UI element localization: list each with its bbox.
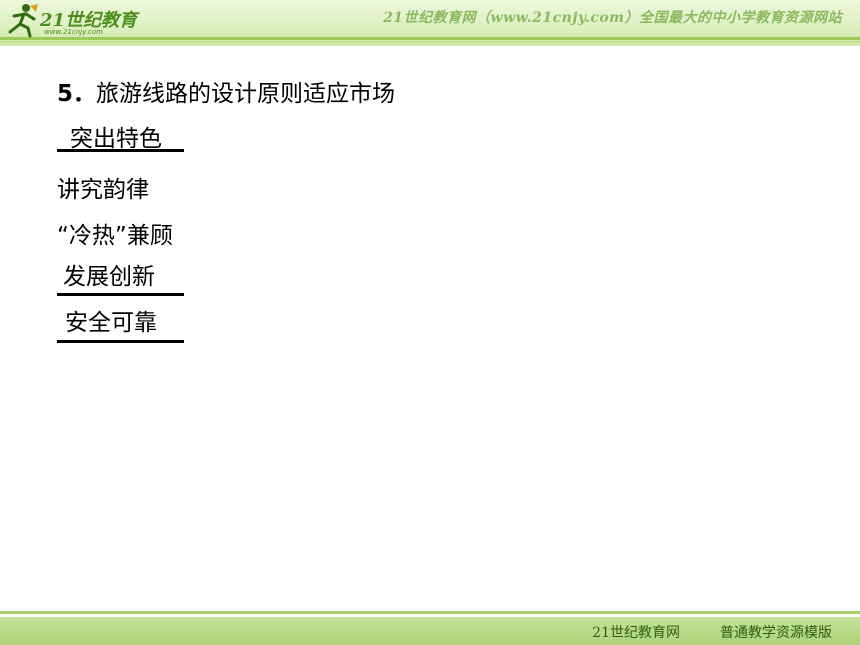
item-2: 讲究韵律 xyxy=(57,177,149,203)
footer-bar: 21世纪教育网 普通教学资源模版 xyxy=(0,617,860,645)
heading-text: 旅游线路的设计原则适应市场 xyxy=(96,81,396,107)
answer-underline-1 xyxy=(57,149,184,152)
site-logo[interactable]: 21世纪教育 www.21cnjy.com xyxy=(4,2,174,38)
header-slogan: 21世纪教育网（www.21cnjy.com）全国最大的中小学教育资源网站 xyxy=(383,10,842,26)
answer-item-1: 突出特色 xyxy=(70,126,162,152)
footer-site-name: 21世纪教育网 xyxy=(592,625,680,641)
runner-icon xyxy=(8,4,38,38)
answer-underline-4 xyxy=(57,293,184,296)
answer-underline-5 xyxy=(57,340,184,343)
answer-item-4: 发展创新 xyxy=(63,264,155,290)
footer-template-name: 普通教学资源模版 xyxy=(720,625,832,641)
footer-text: 21世纪教育网 普通教学资源模版 xyxy=(592,622,832,642)
logo-url: www.21cnjy.com xyxy=(44,28,103,36)
footer-divider xyxy=(0,611,860,614)
header-bar: 21世纪教育 www.21cnjy.com 21世纪教育网（www.21cnjy… xyxy=(0,0,860,46)
page-heading: 5．旅游线路的设计原则适应市场 xyxy=(57,74,395,108)
item-3: “冷热”兼顾 xyxy=(57,223,173,249)
answer-item-5: 安全可靠 xyxy=(65,310,157,336)
header-divider-light xyxy=(0,41,860,43)
heading-number: 5． xyxy=(57,81,97,107)
